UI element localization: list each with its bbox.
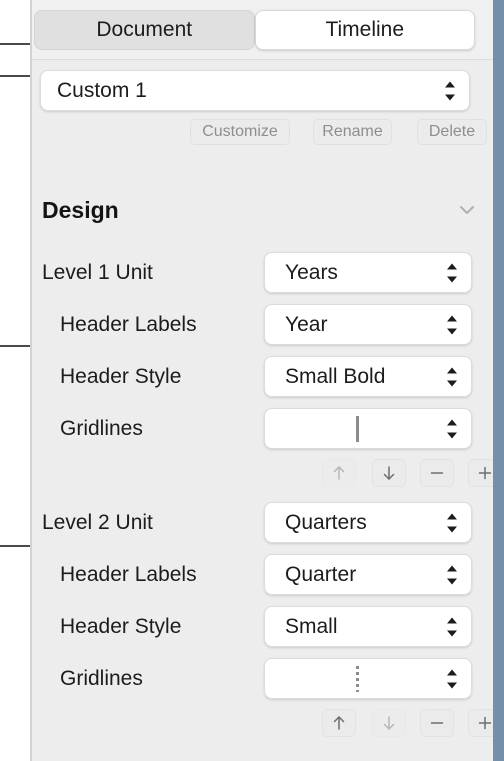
design-row: Level 2 Unit Quarters [32, 502, 493, 543]
design-row: Header Labels Year [32, 304, 493, 345]
preset-popup-button[interactable]: Custom 1 [40, 70, 470, 111]
row-label: Header Style [60, 365, 182, 388]
popup-button[interactable]: Small [264, 606, 472, 647]
document-rule-line [0, 345, 30, 347]
updown-chevron-icon [447, 315, 457, 334]
arrow-down-icon [383, 716, 395, 730]
dotted-line-icon [355, 665, 359, 692]
level-stepper-row [32, 709, 502, 739]
gridline-style-popup-button[interactable] [264, 658, 472, 699]
level-stepper-row [32, 459, 502, 489]
popup-value: Years [285, 260, 338, 284]
design-row: Header Style Small [32, 606, 493, 647]
preset-value: Custom 1 [57, 78, 147, 102]
delete-button-label: Delete [428, 123, 476, 140]
document-rule-line [0, 75, 30, 77]
plus-icon [478, 466, 492, 480]
move-level-down-button[interactable] [372, 459, 406, 487]
arrow-up-icon [333, 466, 345, 480]
move-level-up-button [322, 459, 356, 487]
popup-button[interactable]: Small Bold [264, 356, 472, 397]
delete-button[interactable]: Delete [417, 119, 487, 145]
row-label: Header Labels [60, 563, 197, 586]
updown-chevron-icon [447, 617, 457, 636]
rename-button-label: Rename [322, 123, 383, 140]
popup-button[interactable]: Years [264, 252, 472, 293]
inspector-window: Document Timeline Custom 1 Customize Rena… [0, 0, 504, 761]
popup-value: Small Bold [285, 364, 386, 388]
design-row: Header Labels Quarter [32, 554, 493, 595]
document-rule-line [0, 43, 30, 45]
move-level-up-button[interactable] [322, 709, 356, 737]
preset-actions: Customize Rename Delete [32, 119, 493, 145]
popup-value: Quarter [285, 562, 357, 586]
timeline-inspector-panel: Document Timeline Custom 1 Customize Rena… [32, 0, 502, 761]
move-level-down-button [372, 709, 406, 737]
solid-line-icon [355, 415, 359, 442]
tab-document[interactable]: Document [34, 10, 255, 50]
popup-value: Quarters [285, 510, 367, 534]
popup-value: Small [285, 614, 338, 638]
popup-value: Year [285, 312, 328, 336]
popup-button[interactable]: Year [264, 304, 472, 345]
arrow-down-icon [383, 466, 395, 480]
design-row: Gridlines [32, 658, 493, 699]
section-title: Design [42, 197, 119, 223]
minus-icon [430, 472, 444, 474]
popup-button[interactable]: Quarter [264, 554, 472, 595]
minus-icon [430, 722, 444, 724]
header-separator [32, 59, 493, 60]
remove-level-button[interactable] [420, 709, 454, 737]
document-rule-line [0, 545, 30, 547]
inspector-tabs: Document Timeline [34, 10, 475, 50]
row-label: Gridlines [60, 667, 143, 690]
arrow-up-icon [333, 716, 345, 730]
plus-icon [478, 716, 492, 730]
updown-chevron-icon [447, 669, 457, 688]
tab-document-label: Document [96, 18, 193, 41]
customize-button[interactable]: Customize [190, 119, 290, 145]
updown-chevron-icon [447, 367, 457, 386]
customize-button-label: Customize [202, 123, 278, 140]
rename-button[interactable]: Rename [313, 119, 392, 145]
row-label: Gridlines [60, 417, 143, 440]
updown-chevron-icon [447, 263, 457, 282]
updown-chevron-icon [447, 513, 457, 532]
row-label: Level 1 Unit [42, 261, 153, 284]
row-label: Header Style [60, 615, 182, 638]
design-row: Header Style Small Bold [32, 356, 493, 397]
updown-chevron-icon [447, 565, 457, 584]
updown-chevron-icon [445, 81, 455, 100]
updown-chevron-icon [447, 419, 457, 438]
chevron-down-icon[interactable] [457, 200, 477, 220]
design-row: Gridlines [32, 408, 493, 449]
row-label: Header Labels [60, 313, 197, 336]
popup-button[interactable]: Quarters [264, 502, 472, 543]
row-label: Level 2 Unit [42, 511, 153, 534]
design-row: Level 1 Unit Years [32, 252, 493, 293]
design-section-header[interactable]: Design [32, 194, 493, 226]
document-canvas [0, 0, 30, 761]
tab-timeline[interactable]: Timeline [254, 10, 475, 50]
remove-level-button[interactable] [420, 459, 454, 487]
window-edge-strip [493, 0, 504, 761]
tab-timeline-label: Timeline [325, 18, 405, 41]
gridline-style-popup-button[interactable] [264, 408, 472, 449]
